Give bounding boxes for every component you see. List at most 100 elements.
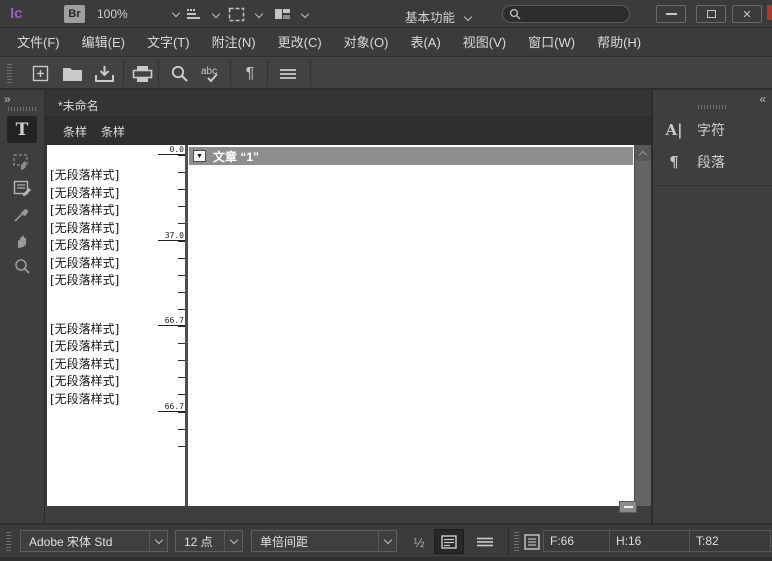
menu-item[interactable]: 视图(V) (454, 28, 515, 57)
collapse-story-control[interactable]: ▼ (193, 150, 206, 162)
statusbar-grip[interactable] (514, 532, 519, 552)
paragraph-style-entry[interactable]: [无段落样式] (50, 167, 155, 185)
view-tab[interactable]: 条样 (101, 123, 125, 140)
workspace-label: 基本功能 (405, 11, 455, 25)
document-tab-strip: *未命名 (45, 90, 651, 118)
paragraph-style-entry[interactable]: [无段落样式] (50, 272, 155, 290)
collapse-panel-button[interactable]: « (759, 92, 764, 106)
show-hidden-characters-button[interactable]: ¶ (238, 62, 262, 85)
note-tool[interactable] (9, 176, 35, 200)
copyfit-info-row: F:66 H:16 T:82 (543, 530, 771, 552)
menu-item[interactable]: 帮助(H) (588, 28, 650, 57)
print-button[interactable] (130, 62, 154, 85)
paragraph-style-entry[interactable]: [无段落样式] (50, 321, 155, 339)
find-button[interactable] (167, 62, 191, 85)
paragraph-style-entry[interactable]: [无段落样式] (50, 356, 155, 374)
paragraph-style-entry[interactable]: [无段落样式] (50, 237, 155, 255)
menu-item[interactable]: 表(A) (401, 28, 449, 57)
vertical-scrollbar[interactable] (634, 145, 651, 506)
app-toolbar: abc ¶ (0, 57, 772, 90)
view-options-dropdown[interactable] (186, 5, 219, 23)
printer-icon (132, 65, 153, 83)
search-icon (509, 8, 521, 20)
red-indicator (767, 5, 772, 20)
ruler-tick (178, 189, 185, 190)
menu-item[interactable]: 文件(F) (8, 28, 69, 57)
frame-edges-dropdown[interactable] (228, 5, 262, 23)
paragraph-style-entry[interactable]: [无段落样式] (50, 220, 155, 238)
eyedropper-tool[interactable] (9, 202, 35, 226)
galley-view-toggle[interactable] (434, 529, 464, 554)
workspace-switcher[interactable]: 基本功能 (405, 7, 471, 26)
hand-tool[interactable] (9, 228, 35, 252)
paragraph-panel-button[interactable]: ¶ 段落 (653, 147, 772, 177)
paragraph-style-entry[interactable]: [无段落样式] (50, 185, 155, 203)
view-tab[interactable]: 条样 (63, 123, 87, 140)
paragraph-style-entry[interactable]: [无段落样式] (50, 391, 155, 409)
ruler-tick (178, 155, 185, 156)
statusbar-menu-button[interactable] (472, 532, 498, 552)
character-panel-button[interactable]: A| 字符 (653, 115, 772, 145)
dropdown-arrow[interactable] (149, 531, 167, 551)
panel-grip[interactable] (8, 107, 36, 111)
close-button[interactable]: ✕ (732, 5, 762, 23)
story-bar[interactable]: ▼ 文章 “1” (189, 147, 633, 165)
dropdown-arrow[interactable] (224, 531, 242, 551)
menu-item[interactable]: 对象(O) (335, 28, 398, 57)
maximize-button[interactable] (696, 5, 726, 23)
font-size-select[interactable]: 12 点 (175, 530, 243, 552)
toolbar-grip[interactable] (7, 64, 12, 84)
type-tool[interactable]: T (7, 116, 37, 143)
fraction-icon: ½ (414, 535, 425, 550)
paragraph-style-entry[interactable]: [无段落样式] (50, 373, 155, 391)
screen-mode-dropdown[interactable] (274, 5, 308, 23)
leading-select[interactable]: 单倍间距 (251, 530, 397, 552)
bridge-button[interactable]: Br (64, 5, 85, 23)
menu-item[interactable]: 附注(N) (203, 28, 265, 57)
chevron-down-icon (301, 10, 309, 18)
toolbar-separator (158, 61, 159, 86)
menu-item[interactable]: 更改(C) (269, 28, 331, 57)
position-tool[interactable] (9, 150, 35, 174)
statusbar-grip[interactable] (6, 532, 11, 552)
toolbar-separator (123, 61, 124, 86)
spell-check-button[interactable]: abc (198, 62, 226, 85)
document-tab[interactable]: *未命名 (58, 97, 99, 114)
chevron-down-icon (154, 536, 162, 544)
expand-panel-button[interactable]: » (4, 92, 9, 106)
paragraph-style-entry[interactable]: [无段落样式] (50, 338, 155, 356)
paragraph-icon: ¶ (663, 153, 685, 171)
screen-mode-icon (274, 7, 291, 21)
search-box[interactable] (502, 5, 630, 23)
save-button[interactable] (92, 62, 116, 85)
dropdown-arrow[interactable] (378, 531, 396, 551)
paragraph-style-entry[interactable]: [无段落样式] (50, 202, 155, 220)
zoom-level-dropdown[interactable]: 100% (97, 7, 179, 21)
menu-item[interactable]: 编辑(E) (73, 28, 134, 57)
copyfit-frames: F:66 (544, 531, 609, 551)
menu-bar: 文件(F)编辑(E)文字(T)附注(N)更改(C)对象(O)表(A)视图(V)窗… (0, 28, 772, 57)
open-document-button[interactable] (60, 62, 84, 85)
menu-item[interactable]: 窗口(W) (519, 28, 584, 57)
galley-text-pane[interactable]: ▼ 文章 “1” (188, 145, 634, 506)
panel-grip[interactable] (698, 105, 728, 109)
line-spacing-toggle[interactable]: ½ (409, 532, 429, 552)
toolbar-menu-button[interactable] (276, 62, 300, 85)
character-icon: A| (663, 121, 685, 139)
copyfit-info-button[interactable] (522, 532, 542, 552)
ruler-tick (178, 292, 185, 293)
minimize-button[interactable] (656, 5, 686, 23)
ruler-tick (178, 343, 185, 344)
triangle-down-icon: ▼ (196, 153, 203, 160)
type-tool-glyph: T (16, 120, 29, 140)
scroll-up-button[interactable] (635, 145, 651, 161)
magnifier-icon (13, 257, 32, 276)
open-folder-icon (62, 65, 83, 82)
new-document-button[interactable] (28, 62, 52, 85)
font-family-select[interactable]: Adobe 宋体 Std (20, 530, 168, 552)
paragraph-style-entry[interactable]: [无段落样式] (50, 255, 155, 273)
ruler-tick (178, 223, 185, 224)
search-input[interactable] (521, 8, 621, 20)
zoom-tool[interactable] (9, 254, 35, 278)
menu-item[interactable]: 文字(T) (138, 28, 199, 57)
